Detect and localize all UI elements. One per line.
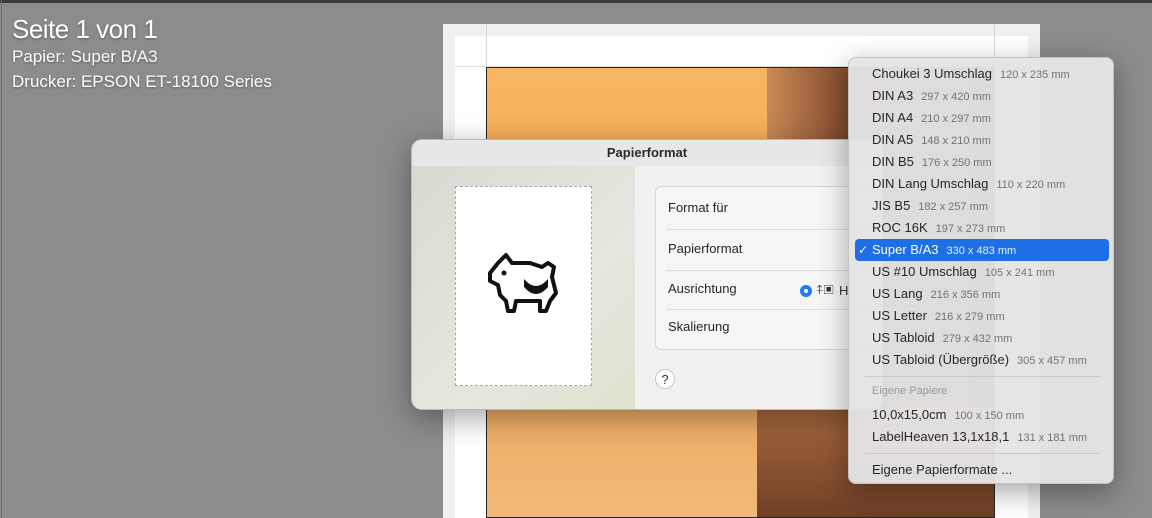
orientation-portrait-radio[interactable] bbox=[800, 285, 812, 297]
menu-item-custom[interactable]: LabelHeaven 13,1x18,1 131 x 181 mm bbox=[855, 426, 1109, 448]
menu-item[interactable]: DIN Lang Umschlag 110 x 220 mm bbox=[855, 173, 1109, 195]
menu-item[interactable]: US Letter 216 x 279 mm bbox=[855, 305, 1109, 327]
menu-item[interactable]: US Tabloid 279 x 432 mm bbox=[855, 327, 1109, 349]
paper-preview bbox=[455, 186, 592, 386]
menu-item[interactable]: DIN A4 210 x 297 mm bbox=[855, 107, 1109, 129]
menu-item[interactable]: DIN B5 176 x 250 mm bbox=[855, 151, 1109, 173]
menu-item-custom[interactable]: 10,0x15,0cm 100 x 150 mm bbox=[855, 404, 1109, 426]
menu-item-selected[interactable]: ✓ Super B/A3 330 x 483 mm bbox=[855, 239, 1109, 261]
dialog-settings-pane: Format für Papierformat Ausrichtung ⍏▣ H… bbox=[635, 166, 882, 409]
orientation-label: Ausrichtung bbox=[668, 281, 737, 296]
window-top-edge bbox=[0, 0, 1152, 3]
menu-item[interactable]: Choukei 3 Umschlag 120 x 235 mm bbox=[855, 63, 1109, 85]
page-setup-dialog: Papierformat Format für Papierformat Aus… bbox=[411, 139, 883, 410]
format-for-label: Format für bbox=[668, 200, 728, 215]
dialog-title: Papierformat bbox=[412, 140, 882, 166]
scaling-label: Skalierung bbox=[668, 319, 730, 334]
menu-item[interactable]: ROC 16K 197 x 273 mm bbox=[855, 217, 1109, 239]
orientation-option-label: H bbox=[839, 283, 849, 298]
checkmark-icon: ✓ bbox=[858, 243, 869, 257]
window-left-edge bbox=[1, 0, 2, 518]
paper-format-menu: Choukei 3 Umschlag 120 x 235 mm DIN A3 297… bbox=[848, 57, 1114, 484]
printer-info-label: Drucker: EPSON ET-18100 Series bbox=[12, 72, 272, 91]
dialog-preview-pane bbox=[412, 166, 635, 409]
menu-item[interactable]: US #10 Umschlag 105 x 241 mm bbox=[855, 261, 1109, 283]
portrait-icon: ⍏▣ bbox=[816, 282, 834, 297]
menu-item[interactable]: DIN A3 297 x 420 mm bbox=[855, 85, 1109, 107]
menu-item[interactable]: DIN A5 148 x 210 mm bbox=[855, 129, 1109, 151]
custom-papers-header: Eigene Papiere bbox=[872, 385, 948, 397]
menu-separator bbox=[865, 376, 1101, 377]
menu-item[interactable]: US Tabloid (Übergröße) 305 x 457 mm bbox=[855, 349, 1109, 371]
menu-item[interactable]: US Lang 216 x 356 mm bbox=[855, 283, 1109, 305]
menu-item[interactable]: JIS B5 182 x 257 mm bbox=[855, 195, 1109, 217]
dogcow-icon bbox=[488, 253, 558, 313]
paper-format-label: Papierformat bbox=[668, 241, 743, 256]
paper-info-label: Papier: Super B/A3 bbox=[12, 47, 158, 66]
page-count-label: Seite 1 von 1 bbox=[12, 14, 158, 44]
help-button[interactable]: ? bbox=[655, 369, 675, 389]
print-info: Seite 1 von 1 Papier: Super B/A3 Drucker… bbox=[12, 14, 272, 94]
manage-custom-sizes-item[interactable]: Eigene Papierformate ... bbox=[855, 459, 1109, 481]
menu-separator bbox=[865, 453, 1101, 454]
